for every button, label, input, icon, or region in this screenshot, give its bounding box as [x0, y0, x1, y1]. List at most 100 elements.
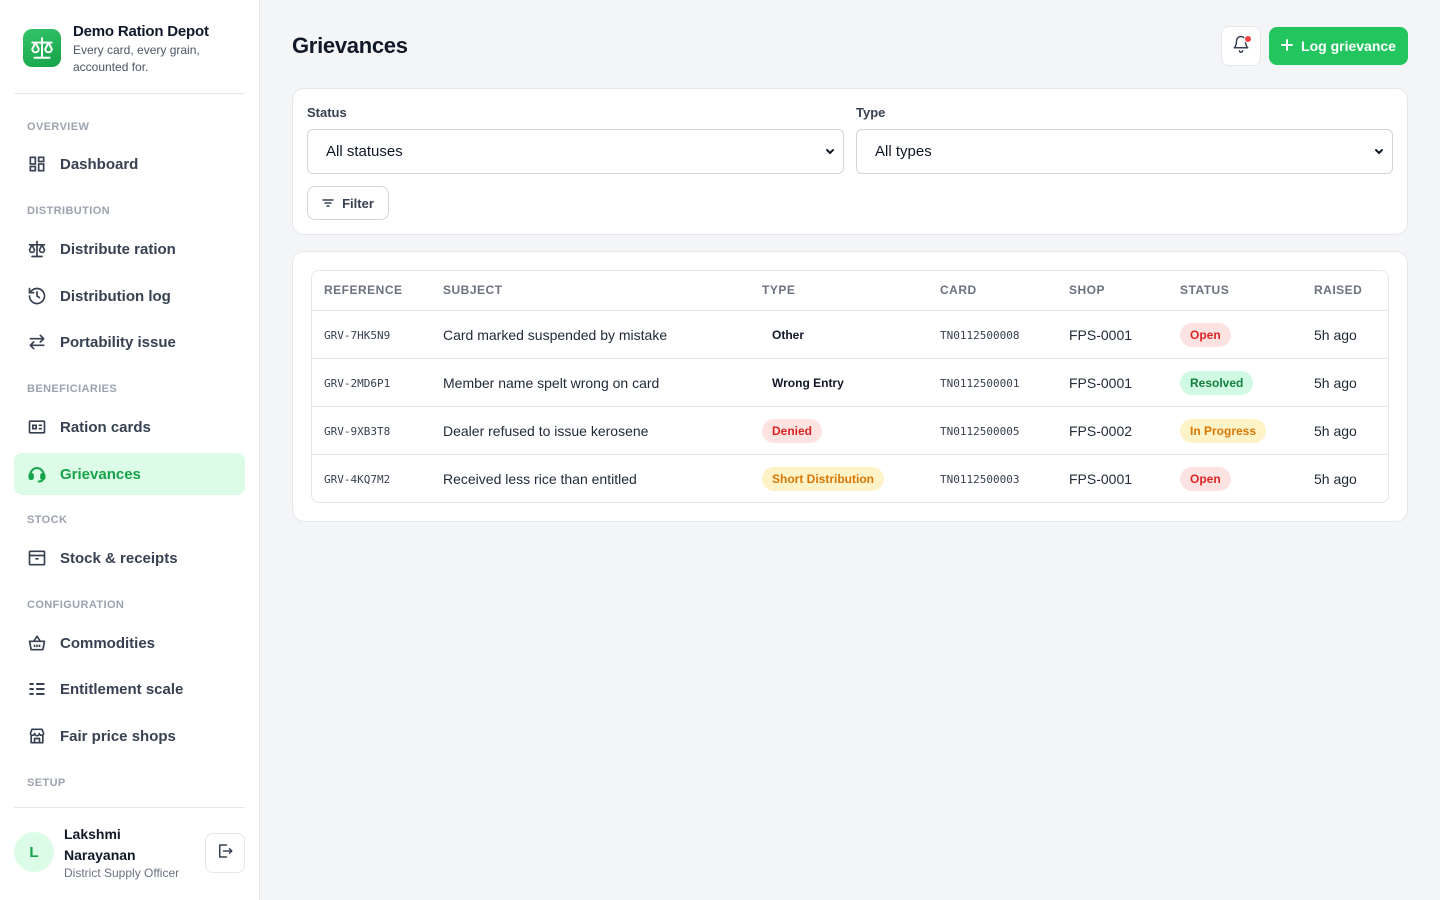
type-cell: Short Distribution	[762, 455, 884, 502]
type-badge: Wrong Entry	[772, 376, 844, 390]
logout-icon	[216, 842, 234, 865]
dashboard-icon	[27, 154, 47, 174]
section-configuration: CONFIGURATION	[27, 599, 125, 611]
status-badge: Open	[1180, 467, 1231, 491]
column-header-card: CARD	[940, 283, 977, 297]
sidebar-item-ration-cards[interactable]: Ration cards	[14, 406, 245, 448]
sidebar-item-label: Entitlement scale	[60, 680, 184, 698]
sidebar-item-dashboard[interactable]: Dashboard	[14, 143, 245, 185]
reference-cell: GRV-9XB3T8	[324, 424, 391, 438]
status-select-value: All statuses	[326, 143, 403, 160]
status-cell: Open	[1180, 311, 1231, 359]
table-row[interactable]: GRV-9XB3T8 Dealer refused to issue keros…	[312, 406, 1388, 455]
sidebar-item-portability-issue[interactable]: Portability issue	[14, 321, 245, 363]
raised-cell: 5h ago	[1314, 423, 1357, 439]
sidebar-item-label: Commodities	[60, 634, 156, 652]
filter-button-label: Filter	[342, 195, 374, 211]
basket-icon	[27, 633, 47, 653]
log-grievance-button[interactable]: Log grievance	[1269, 27, 1408, 65]
log-grievance-label: Log grievance	[1301, 38, 1396, 54]
raised-cell: 5h ago	[1314, 471, 1357, 487]
table-row[interactable]: GRV-2MD6P1 Member name spelt wrong on ca…	[312, 358, 1388, 407]
sidebar-item-distribute-ration[interactable]: Distribute ration	[14, 228, 245, 270]
shop-cell: FPS-0001	[1069, 375, 1133, 391]
card-icon	[27, 417, 47, 437]
plus-icon	[1281, 38, 1294, 54]
sidebar-item-label: Distribution log	[60, 287, 171, 305]
table-row[interactable]: GRV-7HK5N9 Card marked suspended by mist…	[312, 310, 1388, 359]
chevron-down-icon	[823, 145, 837, 163]
sidebar-item-stock-receipts[interactable]: Stock & receipts	[14, 537, 245, 579]
shop-cell: FPS-0001	[1069, 471, 1133, 487]
status-label: Status	[307, 105, 347, 120]
card-cell: TN0112500003	[940, 472, 1020, 486]
status-badge: In Progress	[1180, 419, 1267, 443]
chevron-down-icon	[1372, 145, 1386, 163]
sidebar-item-grievances[interactable]: Grievances	[14, 453, 245, 495]
type-select[interactable]: All types	[856, 129, 1393, 174]
status-badge: Resolved	[1180, 371, 1254, 395]
shop-cell: FPS-0002	[1069, 423, 1133, 439]
sidebar-item-label: Stock & receipts	[60, 549, 178, 567]
swap-arrows-icon	[27, 332, 47, 352]
sidebar-item-label: Grievances	[60, 465, 141, 483]
sidebar-item-label: Ration cards	[60, 418, 151, 436]
page-title: Grievances	[292, 33, 408, 58]
filter-button[interactable]: Filter	[307, 186, 389, 220]
sidebar-item-distribution-log[interactable]: Distribution log	[14, 275, 245, 317]
list-table-icon	[27, 679, 47, 699]
section-setup: SETUP	[27, 777, 66, 789]
column-header-raised: RAISED	[1314, 283, 1363, 297]
headset-icon	[27, 464, 47, 484]
reference-cell: GRV-7HK5N9	[324, 328, 391, 342]
column-header-reference: REFERENCE	[324, 283, 403, 297]
filter-panel: Status All statuses Type All types Filte…	[292, 88, 1408, 235]
user-panel: L Lakshmi Narayanan District Supply Offi…	[14, 807, 245, 900]
sidebar-item-label: Distribute ration	[60, 240, 176, 258]
section-stock: STOCK	[27, 514, 68, 526]
status-badge: Open	[1180, 323, 1231, 347]
type-select-value: All types	[875, 143, 932, 160]
logout-button[interactable]	[205, 833, 245, 873]
brand: Demo Ration Depot Every card, every grai…	[14, 0, 245, 94]
user-role: District Supply Officer	[64, 866, 180, 880]
sidebar-item-entitlement-scale[interactable]: Entitlement scale	[14, 668, 245, 710]
scale-logo-icon	[23, 29, 61, 67]
user-name: Lakshmi Narayanan	[64, 826, 136, 863]
type-badge: Other	[772, 328, 805, 342]
type-cell: Denied	[762, 407, 823, 455]
reference-cell: GRV-2MD6P1	[324, 376, 391, 390]
scale-icon	[27, 239, 47, 259]
grievances-table: REFERENCE SUBJECT TYPE CARD SHOP STATUS …	[311, 270, 1389, 503]
status-select[interactable]: All statuses	[307, 129, 844, 174]
type-badge: Denied	[762, 419, 823, 443]
status-cell: Resolved	[1180, 359, 1254, 407]
column-header-type: TYPE	[762, 283, 796, 297]
column-header-subject: SUBJECT	[443, 283, 503, 297]
history-icon	[27, 286, 47, 306]
sidebar-item-label: Dashboard	[60, 155, 139, 173]
reference-cell: GRV-4KQ7M2	[324, 472, 391, 486]
section-distribution: DISTRIBUTION	[27, 205, 111, 217]
subject-cell: Dealer refused to issue kerosene	[443, 423, 649, 439]
notifications-button[interactable]	[1221, 26, 1261, 66]
sidebar: Demo Ration Depot Every card, every grai…	[0, 0, 260, 900]
brand-tagline: Every card, every grain, accounted for.	[73, 43, 200, 74]
table-row[interactable]: GRV-4KQ7M2 Received less rice than entit…	[312, 454, 1388, 502]
status-cell: In Progress	[1180, 407, 1267, 455]
card-cell: TN0112500008	[940, 328, 1020, 342]
avatar: L	[14, 832, 54, 872]
store-icon	[27, 726, 47, 746]
sidebar-item-commodities[interactable]: Commodities	[14, 622, 245, 664]
subject-cell: Received less rice than entitled	[443, 471, 637, 487]
notification-dot	[1244, 35, 1252, 43]
type-label: Type	[856, 105, 886, 120]
section-beneficiaries: BENEFICIARIES	[27, 383, 118, 395]
card-cell: TN0112500005	[940, 424, 1020, 438]
sidebar-item-fair-price-shops[interactable]: Fair price shops	[14, 715, 245, 757]
subject-cell: Member name spelt wrong on card	[443, 375, 660, 391]
raised-cell: 5h ago	[1314, 375, 1357, 391]
filter-lines-icon	[322, 196, 334, 211]
sidebar-item-label: Portability issue	[60, 333, 176, 351]
archive-box-icon	[27, 548, 47, 568]
